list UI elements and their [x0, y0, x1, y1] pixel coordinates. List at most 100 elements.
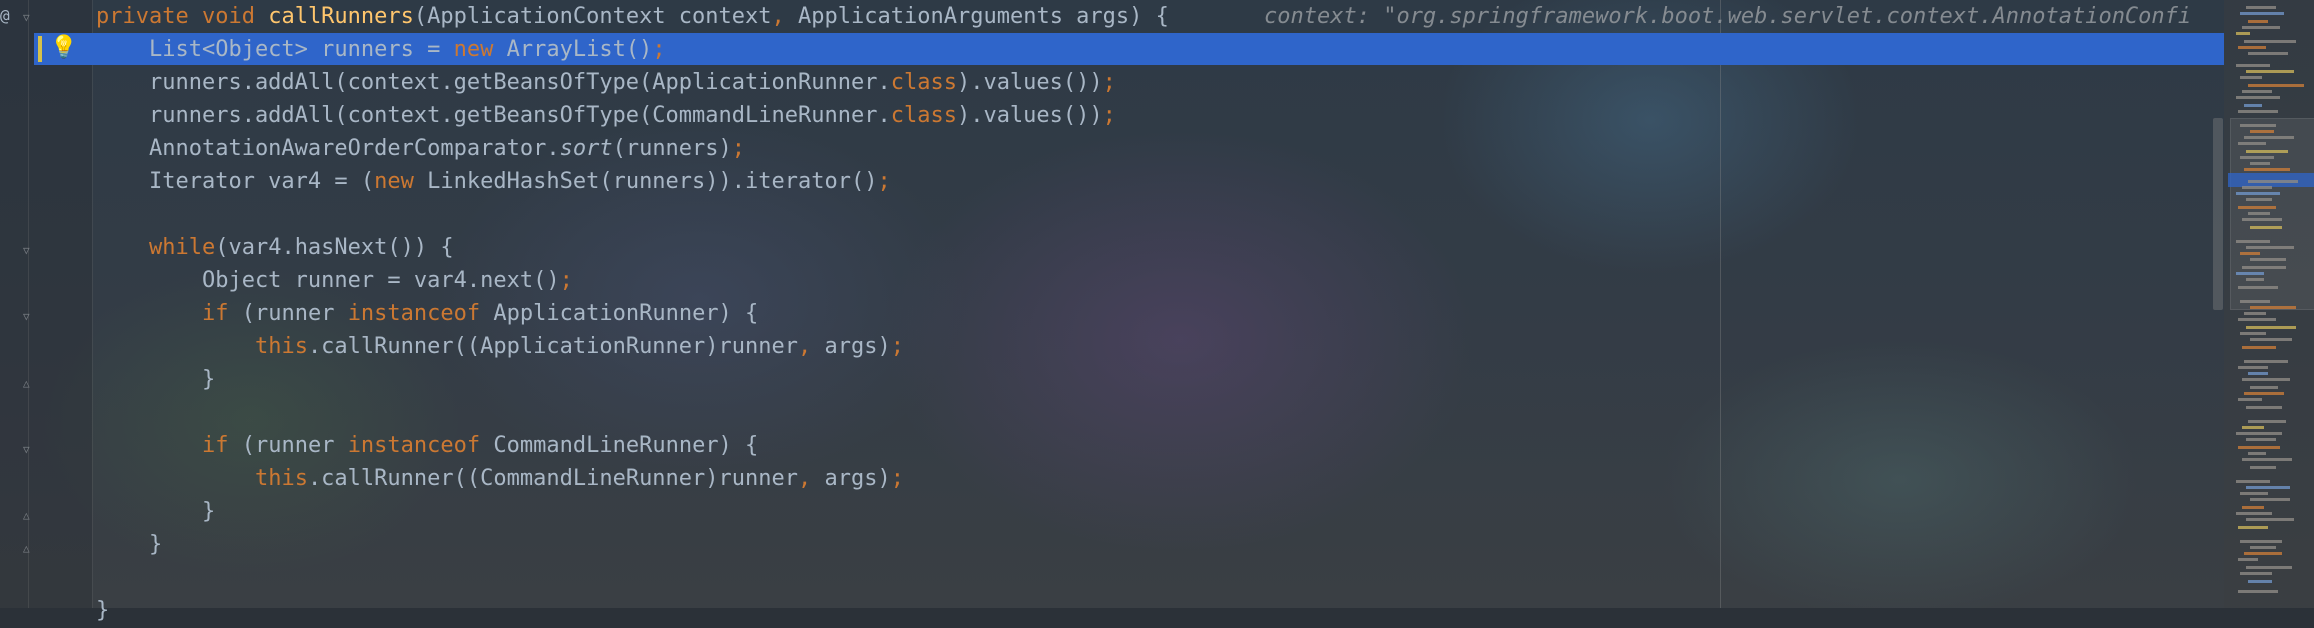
- minimap-line: [2246, 198, 2272, 201]
- code-token: if: [201, 433, 242, 458]
- code-token: Object runner = var4.next(): [96, 268, 560, 293]
- minimap-line: [2250, 162, 2270, 165]
- code-line[interactable]: if (runner instanceof ApplicationRunner)…: [96, 297, 1736, 330]
- code-token: CommandLineRunner) {: [493, 433, 759, 458]
- code-token: ;: [890, 334, 904, 359]
- minimap-line: [2242, 506, 2264, 509]
- code-token: runners.addAll(context.getBeansOfType(Ap…: [96, 70, 891, 95]
- code-token: ;: [652, 37, 666, 62]
- minimap-line: [2240, 76, 2262, 79]
- minimap-line: [2242, 266, 2286, 269]
- code-line[interactable]: if (runner instanceof CommandLineRunner)…: [96, 429, 1736, 462]
- minimap-line: [2240, 540, 2282, 543]
- code-token: ;: [877, 169, 891, 194]
- code-token: AnnotationAwareOrderComparator.: [96, 136, 560, 161]
- code-token: }: [96, 367, 216, 392]
- code-token: class: [890, 103, 957, 128]
- minimap-line: [2244, 104, 2262, 107]
- minimap-line: [2250, 338, 2292, 341]
- minimap-line: [2244, 136, 2294, 139]
- code-token: ).values()): [956, 70, 1103, 95]
- minimap-line: [2246, 70, 2294, 73]
- code-token: ;: [559, 268, 573, 293]
- minimap[interactable]: [2236, 0, 2308, 608]
- minimap-line: [2236, 32, 2250, 35]
- minimap-line: [2250, 498, 2290, 501]
- code-line[interactable]: runners.addAll(context.getBeansOfType(Co…: [96, 99, 1736, 132]
- code-line[interactable]: while(var4.hasNext()) {: [96, 231, 1736, 264]
- minimap-line: [2238, 110, 2278, 113]
- lightbulb-icon[interactable]: 💡: [50, 34, 77, 62]
- minimap-line: [2238, 46, 2266, 49]
- override-marker-icon[interactable]: @: [0, 2, 14, 30]
- code-line[interactable]: }: [96, 528, 1736, 561]
- minimap-line: [2244, 312, 2266, 315]
- code-token: }: [96, 499, 216, 524]
- code-token: new: [453, 37, 507, 62]
- minimap-line: [2248, 372, 2268, 375]
- fold-open-icon[interactable]: ▽: [23, 12, 35, 24]
- code-token: private: [96, 4, 202, 29]
- code-token: args): [824, 334, 891, 359]
- minimap-line: [2238, 366, 2268, 369]
- code-token: ).values()): [956, 103, 1103, 128]
- code-token: (var4.hasNext()) {: [215, 235, 454, 260]
- code-line[interactable]: this.callRunner((CommandLineRunner)runne…: [96, 462, 1736, 495]
- code-token: }: [96, 532, 163, 557]
- minimap-line: [2244, 168, 2290, 171]
- minimap-line: [2246, 518, 2294, 521]
- inline-value-hint: context: "org.springframework.boot.web.s…: [1264, 4, 2192, 29]
- gutter[interactable]: [0, 0, 92, 608]
- code-line[interactable]: }: [96, 495, 1736, 528]
- code-line[interactable]: [96, 396, 1736, 429]
- code-token: ArrayList(): [506, 37, 653, 62]
- minimap-line: [2238, 206, 2276, 209]
- fold-open-icon[interactable]: ▽: [23, 444, 35, 456]
- minimap-line: [2246, 406, 2282, 409]
- code-line[interactable]: Iterator var4 = (new LinkedHashSet(runne…: [96, 165, 1736, 198]
- minimap-line: [2238, 446, 2280, 449]
- fold-close-icon[interactable]: △: [23, 510, 35, 522]
- minimap-line: [2240, 300, 2270, 303]
- code-line[interactable]: runners.addAll(context.getBeansOfType(Ap…: [96, 66, 1736, 99]
- minimap-line: [2238, 590, 2278, 593]
- code-token: ;: [890, 466, 904, 491]
- code-line[interactable]: [96, 561, 1736, 594]
- minimap-line: [2242, 218, 2282, 221]
- minimap-line: [2250, 466, 2276, 469]
- minimap-line: [2242, 90, 2272, 93]
- code-token: ;: [1102, 70, 1116, 95]
- fold-open-icon[interactable]: ▽: [23, 311, 35, 323]
- code-token: class: [890, 70, 957, 95]
- vertical-scrollbar-thumb[interactable]: [2213, 118, 2223, 310]
- code-line[interactable]: }: [96, 363, 1736, 396]
- gutter-separator: [92, 0, 93, 608]
- code-token: Iterator var4 = (: [96, 169, 375, 194]
- minimap-line: [2246, 486, 2290, 489]
- fold-close-icon[interactable]: △: [23, 543, 35, 555]
- code-token: List<Object> runners =: [96, 37, 454, 62]
- fold-open-icon[interactable]: ▽: [23, 245, 35, 257]
- code-editor[interactable]: private void callRunners(ApplicationCont…: [96, 0, 1736, 627]
- code-token: sort: [559, 136, 613, 161]
- minimap-line: [2240, 156, 2274, 159]
- code-token: (runners): [612, 136, 732, 161]
- code-token: LinkedHashSet(runners)).iterator(): [427, 169, 878, 194]
- code-token: ApplicationArguments args) {: [798, 4, 1169, 29]
- minimap-line: [2244, 360, 2288, 363]
- code-token: ;: [731, 136, 746, 161]
- minimap-line: [2246, 6, 2276, 9]
- code-line[interactable]: AnnotationAwareOrderComparator.sort(runn…: [96, 132, 1736, 165]
- code-line[interactable]: List<Object> runners = new ArrayList();: [96, 33, 1736, 66]
- minimap-line: [2246, 278, 2264, 281]
- change-marker[interactable]: [38, 36, 42, 62]
- code-line[interactable]: }: [96, 594, 1736, 627]
- minimap-line: [2246, 566, 2292, 569]
- minimap-line: [2246, 150, 2288, 153]
- fold-close-icon[interactable]: △: [23, 378, 35, 390]
- code-line[interactable]: this.callRunner((ApplicationRunner)runne…: [96, 330, 1736, 363]
- code-line[interactable]: Object runner = var4.next();: [96, 264, 1736, 297]
- minimap-line: [2250, 258, 2286, 261]
- code-line[interactable]: [96, 198, 1736, 231]
